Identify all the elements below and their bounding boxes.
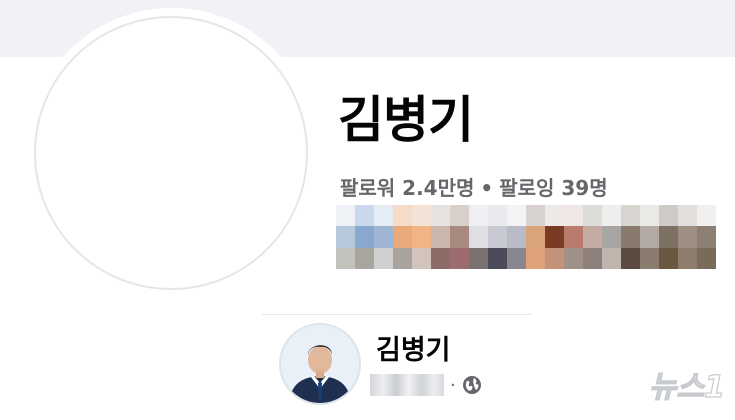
mosaic-tile (393, 226, 412, 248)
mosaic-tile (678, 205, 697, 227)
following-label: 팔로잉 (499, 176, 555, 200)
mosaic-tile (393, 247, 412, 269)
mosaic-tile (602, 247, 621, 269)
mosaic-tile (640, 247, 659, 269)
mosaic-tile (640, 226, 659, 248)
mosaic-tile (621, 247, 640, 269)
mosaic-tile (583, 226, 602, 248)
followers-link[interactable]: 팔로워 2.4만명 (340, 176, 474, 200)
news-watermark: 뉴스1 (648, 354, 725, 414)
mosaic-tile (450, 247, 469, 269)
mosaic-tile (564, 205, 583, 227)
mosaic-tile (450, 205, 469, 227)
post-meta: · (370, 372, 482, 398)
mosaic-tile (564, 226, 583, 248)
mosaic-tile (507, 226, 526, 248)
mosaic-tile (526, 226, 545, 248)
follow-separator: • (480, 176, 494, 200)
mosaic-tile (678, 226, 697, 248)
mosaic-tile (602, 205, 621, 227)
mosaic-tile (583, 205, 602, 227)
mosaic-tile (659, 226, 678, 248)
mosaic-tile (507, 247, 526, 269)
mosaic-tile (545, 247, 564, 269)
mosaic-tile (697, 205, 716, 227)
mosaic-tile (488, 205, 507, 227)
profile-avatar[interactable] (34, 16, 308, 290)
mosaic-tile (355, 205, 374, 227)
mosaic-tile (507, 205, 526, 227)
mosaic-tile (450, 226, 469, 248)
mosaic-tile (545, 226, 564, 248)
mosaic-tile (640, 205, 659, 227)
post-author-name[interactable]: 김병기 (376, 328, 451, 367)
mosaic-tile (412, 226, 431, 248)
mosaic-tile (469, 247, 488, 269)
mosaic-tile (659, 205, 678, 227)
mosaic-tile (431, 205, 450, 227)
mosaic-tile (336, 226, 355, 248)
globe-icon[interactable] (462, 375, 482, 395)
mosaic-tile (659, 247, 678, 269)
post-timestamp-blurred[interactable] (370, 374, 444, 396)
section-divider (262, 314, 532, 315)
mosaic-tile (621, 226, 640, 248)
mosaic-tile (336, 205, 355, 227)
mosaic-tile (545, 205, 564, 227)
mosaic-tile (488, 226, 507, 248)
profile-name: 김병기 (338, 91, 474, 149)
mosaic-tile (374, 247, 393, 269)
following-count: 39명 (561, 176, 608, 200)
mosaic-tile (697, 226, 716, 248)
person-photo-icon (281, 325, 359, 403)
mosaic-tile (374, 226, 393, 248)
mosaic-tile (602, 226, 621, 248)
mosaic-tile (431, 226, 450, 248)
mosaic-tile (355, 247, 374, 269)
mosaic-tile (374, 205, 393, 227)
following-link[interactable]: 팔로잉 39명 (499, 176, 607, 200)
meta-separator: · (450, 374, 456, 396)
followers-label: 팔로워 (340, 176, 396, 200)
mosaic-tile (621, 205, 640, 227)
mosaic-tile (697, 247, 716, 269)
follow-stats: 팔로워 2.4만명 • 팔로잉 39명 (340, 172, 608, 201)
mosaic-tile (431, 247, 450, 269)
mosaic-tile (336, 247, 355, 269)
followers-count: 2.4만명 (402, 176, 475, 200)
mosaic-tile (393, 205, 412, 227)
post-author-avatar[interactable] (279, 323, 361, 405)
mosaic-tile (583, 247, 602, 269)
mosaic-tile (526, 205, 545, 227)
friends-avatars-blurred (336, 205, 716, 269)
mosaic-tile (469, 226, 488, 248)
mosaic-tile (526, 247, 545, 269)
mosaic-tile (678, 247, 697, 269)
mosaic-tile (469, 205, 488, 227)
watermark-text: 뉴스1 (648, 369, 725, 405)
mosaic-tile (488, 247, 507, 269)
mosaic-tile (355, 226, 374, 248)
mosaic-tile (412, 247, 431, 269)
mosaic-tile (412, 205, 431, 227)
mosaic-tile (564, 247, 583, 269)
